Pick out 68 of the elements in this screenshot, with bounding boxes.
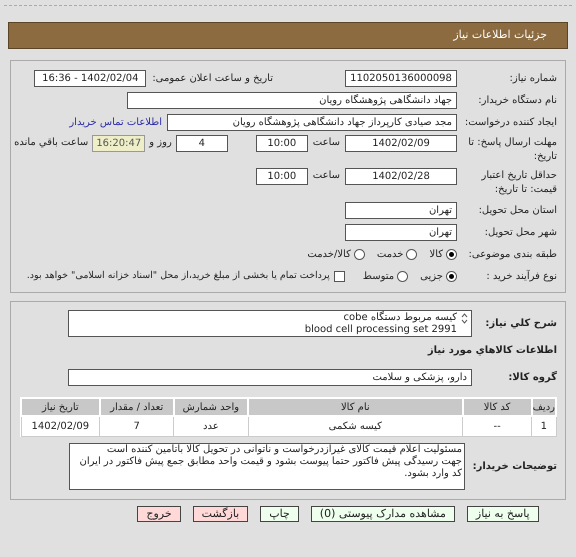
province-field[interactable]: تهران bbox=[345, 202, 457, 219]
option-label: متوسط bbox=[362, 270, 394, 284]
column-header: تعداد / مقدار bbox=[100, 398, 174, 416]
notes-line: مسئولیت اعلام قیمت کالای غیرازدرخواست و ناتوانی در تحویل کالا باتامین کننده است bbox=[106, 444, 462, 455]
time-field[interactable]: 10:00 bbox=[256, 168, 308, 185]
radio-button[interactable] bbox=[446, 271, 457, 282]
notes-textarea[interactable]: مسئولیت اعلام قیمت کالای غیرازدرخواست و ناتوانی در تحویل کالا باتامین کننده است جهت رسیدگی پیش فاکتور حتما پیوست بشود و قیمت واحد مطابق جمع پیش فاکتور در ایران کد وارد بشود. bbox=[69, 443, 465, 490]
field-label: شماره نیاز: bbox=[508, 72, 557, 86]
column-header: تاریخ نیاز bbox=[21, 398, 100, 416]
notes-line: جهت رسیدگی پیش فاکتور حتما پیوست بشود و قیمت واحد مطابق جمع پیش فاکتور در ایران کد وارد بشود. bbox=[78, 456, 462, 480]
action-button[interactable]: بازگشت bbox=[192, 506, 248, 522]
date-field[interactable]: 1402/02/28 bbox=[345, 168, 457, 185]
field-label: استان محل تحویل: bbox=[478, 204, 557, 218]
table-cell: 1 bbox=[532, 416, 556, 436]
action-button[interactable]: مشاهده مدارک پیوستی (0) bbox=[310, 506, 455, 522]
field-label: توضیحات خریدار: bbox=[472, 460, 557, 474]
field-label: حداقل تاریخ اعتبار قیمت: تا تاریخ: bbox=[480, 169, 557, 197]
option-label: کالا bbox=[429, 248, 443, 262]
action-button[interactable]: پاسخ به نیاز bbox=[466, 506, 539, 522]
column-header: واحد شمارش bbox=[174, 398, 248, 416]
field-label: روز و bbox=[149, 136, 172, 150]
contact-link[interactable]: اطلاعات تماس خریدار bbox=[69, 115, 162, 130]
radio-button[interactable] bbox=[446, 249, 457, 260]
option-label: خدمت bbox=[376, 248, 404, 262]
date-field[interactable]: 1402/02/09 bbox=[345, 135, 457, 152]
radio-button[interactable] bbox=[354, 249, 365, 260]
description-line: blood cell processing set 2991 bbox=[304, 324, 457, 336]
action-button[interactable]: چاپ bbox=[260, 506, 299, 522]
field-label: طبقه بندی موضوعی: bbox=[468, 248, 557, 262]
table-cell: 1402/02/09 bbox=[21, 416, 100, 436]
field-label: نوع فرآیند خرید : bbox=[485, 269, 557, 284]
checkbox-label: پرداخت تمام یا بخشی از مبلغ خرید،از محل "اسناد خزانه اسلامی" خواهد بود. bbox=[26, 269, 330, 284]
buyer-field[interactable]: جهاد دانشگاهی پژوهشگاه رویان bbox=[127, 92, 457, 109]
field-label: ساعت bbox=[312, 136, 340, 150]
option-label: کالا/خدمت bbox=[307, 248, 351, 262]
column-header: ردیف bbox=[532, 398, 556, 416]
column-header: کد کالا bbox=[462, 398, 532, 416]
table-cell: -- bbox=[462, 416, 532, 436]
days-field[interactable]: 4 bbox=[176, 135, 228, 152]
scroll-arrows-icon[interactable] bbox=[461, 313, 468, 324]
field-label: شهر محل تحویل: bbox=[484, 226, 557, 240]
section-heading: اطلاعات کالاهاي مورد نياز bbox=[426, 344, 557, 358]
field-label: ساعت bbox=[312, 169, 340, 183]
announce-date-field[interactable]: 1402/02/04 - 16:36 bbox=[34, 70, 146, 87]
field-label: نام دستگاه خریدار: bbox=[477, 93, 557, 108]
description-line: کیسه مربوط دستگاه cobe bbox=[342, 312, 457, 324]
need-number-field[interactable]: 1102050136000098 bbox=[345, 70, 457, 87]
table-cell: کیسه شکمی bbox=[248, 416, 463, 436]
page-title: جزئیات اطلاعات نیاز bbox=[453, 27, 547, 44]
goods-group-field[interactable]: دارو، پزشکی و سلامت bbox=[68, 369, 472, 386]
remaining-time-field[interactable]: 16:20:47 bbox=[92, 135, 146, 152]
creator-field[interactable]: مجد صیادی کارپرداز جهاد دانشگاهی پژوهشگاه رویان bbox=[167, 114, 457, 131]
field-label: تاریخ و ساعت اعلان عمومی: bbox=[152, 72, 273, 86]
radio-button[interactable] bbox=[397, 271, 408, 282]
time-field[interactable]: 10:00 bbox=[256, 135, 308, 152]
field-label: مهلت ارسال پاسخ: تا تاریخ: bbox=[467, 136, 557, 164]
table-cell: عدد bbox=[174, 416, 248, 436]
field-label: ساعت باقي مانده bbox=[14, 136, 88, 150]
field-label: ایجاد کننده درخواست: bbox=[464, 116, 557, 130]
action-button[interactable]: خروج bbox=[137, 506, 181, 522]
table-cell: 7 bbox=[100, 416, 174, 436]
field-label: گروه کالا: bbox=[507, 370, 557, 385]
field-label: شرح کلي نياز: bbox=[484, 317, 557, 331]
city-field[interactable]: تهران bbox=[345, 224, 457, 241]
checkbox[interactable] bbox=[334, 271, 345, 282]
column-header: نام کالا bbox=[248, 398, 463, 416]
option-label: جزیی bbox=[420, 270, 443, 284]
radio-button[interactable] bbox=[406, 249, 418, 260]
